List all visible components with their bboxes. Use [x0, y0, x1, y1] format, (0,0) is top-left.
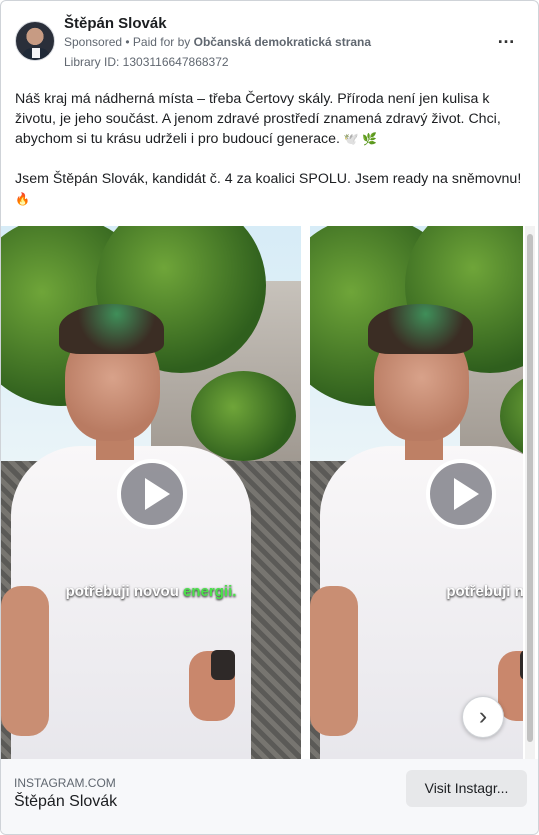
- video-caption-2: potřebuji novou ene: [368, 583, 523, 600]
- caption-highlight: energii.: [183, 583, 237, 600]
- more-options-icon[interactable]: …: [491, 28, 521, 52]
- ad-footer: INSTAGRAM.COM Štěpán Slovák Visit Instag…: [1, 759, 538, 834]
- person-hair: [368, 304, 473, 354]
- play-icon[interactable]: [426, 459, 496, 529]
- avatar-collar: [32, 48, 40, 58]
- wristwatch: [211, 650, 235, 680]
- body-paragraph-1: Náš kraj má nádherná místa – třeba Čerto…: [15, 89, 527, 149]
- payer-name[interactable]: Občanská demokratická strana: [194, 35, 371, 49]
- play-icon[interactable]: [117, 459, 187, 529]
- advertiser-avatar[interactable]: [15, 21, 55, 61]
- person-hair: [59, 304, 164, 354]
- link-title[interactable]: Štěpán Slovák: [14, 793, 117, 811]
- tree-right: [191, 371, 296, 461]
- body-paragraph-2-text: Jsem Štěpán Slovák, kandidát č. 4 za koa…: [15, 171, 522, 187]
- visit-instagram-button[interactable]: Visit Instagr...: [406, 770, 527, 807]
- body-paragraph-1-text: Náš kraj má nádherná místa – třeba Čerto…: [15, 91, 501, 147]
- ad-card: Štěpán Slovák Sponsored • Paid for by Ob…: [0, 0, 539, 835]
- body-paragraph-2: Jsem Štěpán Slovák, kandidát č. 4 za koa…: [15, 169, 527, 209]
- dove-herb-emoji: 🕊️ 🌿: [343, 132, 378, 146]
- library-id: Library ID: 1303116647868372: [64, 55, 229, 69]
- carousel-scrollbar[interactable]: [525, 226, 535, 759]
- sponsored-label: Sponsored: [64, 35, 123, 49]
- caption-prefix: potřebuji novou: [446, 583, 523, 600]
- ad-header: Štěpán Slovák Sponsored • Paid for by Ob…: [1, 1, 538, 79]
- video-carousel[interactable]: potřebuji novou energii. potřebuji n ›: [1, 226, 538, 759]
- sponsored-line: Sponsored • Paid for by Občanská demokra…: [64, 35, 371, 49]
- video-slide-2[interactable]: potřebuji novou ene: [310, 226, 523, 759]
- advertiser-name[interactable]: Štěpán Slovák: [64, 15, 167, 32]
- link-domain: INSTAGRAM.COM: [14, 776, 116, 790]
- person-arm: [310, 586, 358, 736]
- video-slide-1[interactable]: potřebuji novou energii.: [1, 226, 301, 759]
- video-caption-1: potřebuji novou energii.: [1, 583, 301, 600]
- scrollbar-thumb[interactable]: [527, 234, 533, 742]
- ad-body-text: Náš kraj má nádherná místa – třeba Čerto…: [15, 89, 527, 229]
- paid-for-by-label: • Paid for by: [125, 35, 194, 49]
- person-arm: [1, 586, 49, 736]
- caption-prefix: potřebuji novou: [65, 583, 184, 600]
- fire-emoji: 🔥: [15, 192, 30, 206]
- wristwatch: [520, 650, 523, 680]
- chevron-right-icon[interactable]: ›: [462, 696, 504, 738]
